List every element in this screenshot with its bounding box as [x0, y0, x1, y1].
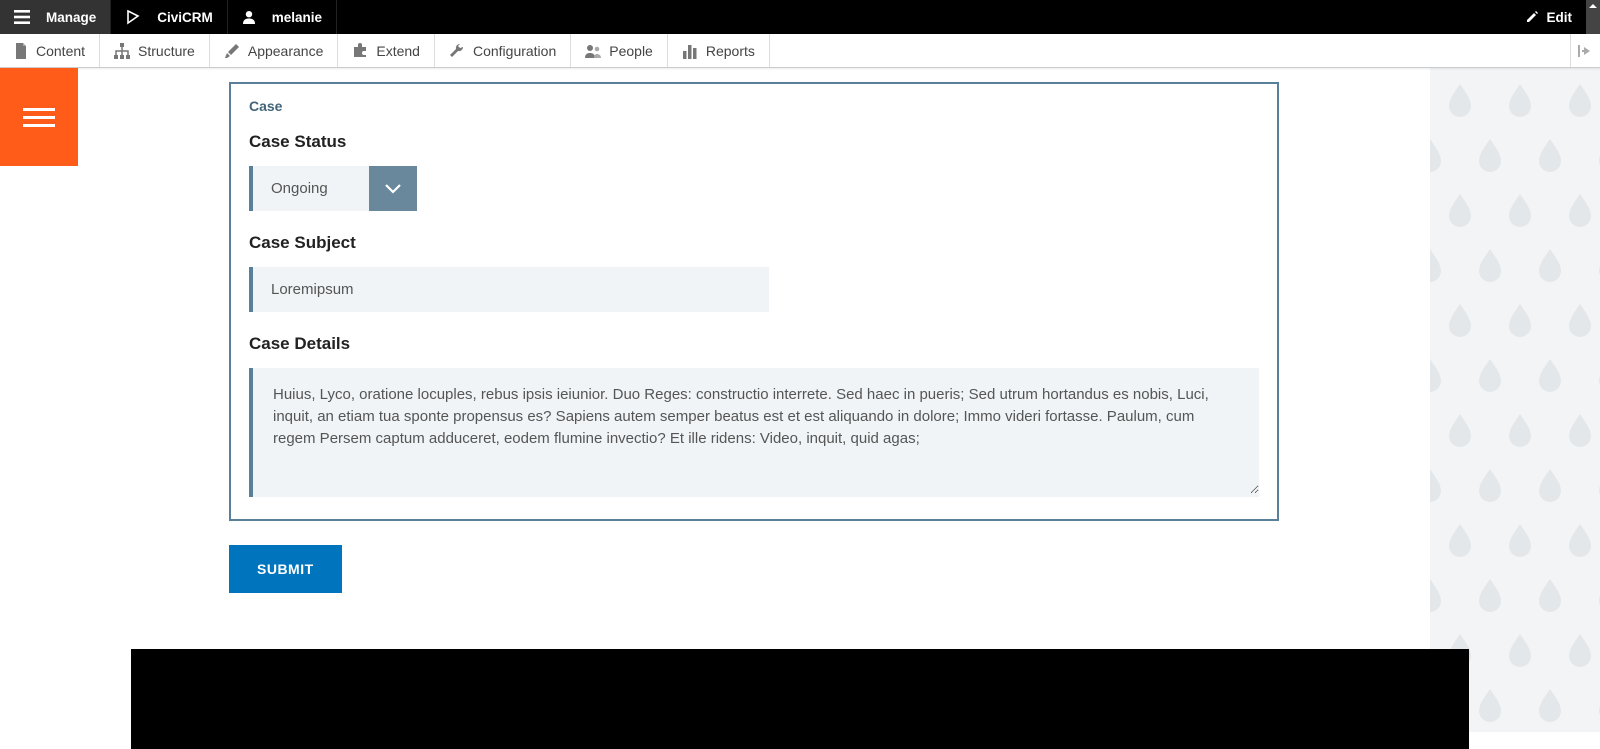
menu-label: Configuration	[473, 43, 556, 59]
admin-topbar: Manage CiviCRM melanie Edit	[0, 0, 1600, 34]
menu-label: Appearance	[248, 43, 324, 59]
case-details-label: Case Details	[249, 334, 1259, 354]
case-legend: Case	[249, 98, 1259, 114]
select-arrow[interactable]	[369, 166, 417, 211]
main-content: Case Case Status Ongoing Case Subject Ca…	[78, 82, 1430, 749]
menubar-spacer	[770, 34, 1570, 67]
menu-configuration[interactable]: Configuration	[435, 34, 571, 67]
menu-extend[interactable]: Extend	[338, 34, 435, 67]
submit-button[interactable]: SUBMIT	[229, 545, 342, 593]
menu-people[interactable]: People	[571, 34, 668, 67]
hamburger-icon	[14, 10, 38, 24]
case-subject-field: Case Subject	[249, 233, 1259, 312]
pencil-icon	[1525, 10, 1539, 24]
civicrm-label: CiviCRM	[157, 10, 213, 25]
case-status-value: Ongoing	[249, 166, 369, 211]
case-subject-input[interactable]	[253, 267, 769, 312]
case-subject-label: Case Subject	[249, 233, 1259, 253]
user-menu[interactable]: melanie	[228, 0, 337, 34]
triangle-up-icon	[1589, 2, 1597, 10]
menu-label: People	[609, 43, 653, 59]
page-footer	[131, 649, 1469, 749]
civicrm-icon	[125, 9, 149, 25]
menu-label: Reports	[706, 43, 755, 59]
chevron-down-icon	[384, 183, 402, 195]
bar-chart-icon	[682, 43, 698, 59]
menu-appearance[interactable]: Appearance	[210, 34, 339, 67]
manage-menu[interactable]: Manage	[0, 0, 111, 34]
case-status-label: Case Status	[249, 132, 1259, 152]
manage-label: Manage	[46, 10, 96, 25]
hierarchy-icon	[114, 43, 130, 59]
hamburger-lines-icon	[23, 103, 55, 132]
topbar-spacer	[337, 0, 1510, 34]
case-details-textarea[interactable]	[253, 368, 1259, 494]
menu-structure[interactable]: Structure	[100, 34, 210, 67]
paintbrush-icon	[224, 43, 240, 59]
menu-content[interactable]: Content	[0, 34, 100, 67]
edit-label: Edit	[1547, 10, 1573, 25]
site-hamburger[interactable]	[0, 68, 78, 166]
edit-toggle[interactable]: Edit	[1511, 0, 1587, 34]
admin-menubar: Content Structure Appearance Extend Conf…	[0, 34, 1600, 68]
puzzle-icon	[352, 43, 368, 59]
case-details-field: Case Details	[249, 334, 1259, 497]
menu-label: Extend	[376, 43, 420, 59]
user-label: melanie	[272, 10, 322, 25]
menu-label: Structure	[138, 43, 195, 59]
wrench-icon	[449, 43, 465, 59]
civicrm-link[interactable]: CiviCRM	[111, 0, 228, 34]
menu-reports[interactable]: Reports	[668, 34, 770, 67]
collapse-icon	[1578, 45, 1594, 57]
case-status-field: Case Status Ongoing	[249, 132, 1259, 211]
case-status-select[interactable]: Ongoing	[249, 166, 417, 211]
menu-label: Content	[36, 43, 85, 59]
file-icon	[14, 43, 28, 59]
people-icon	[585, 43, 601, 59]
decorative-drops-pattern	[1430, 68, 1600, 732]
topbar-collapse-arrow[interactable]	[1586, 0, 1600, 34]
menubar-collapse[interactable]	[1570, 34, 1600, 67]
user-icon	[242, 10, 264, 24]
case-fieldset: Case Case Status Ongoing Case Subject Ca…	[229, 82, 1279, 521]
